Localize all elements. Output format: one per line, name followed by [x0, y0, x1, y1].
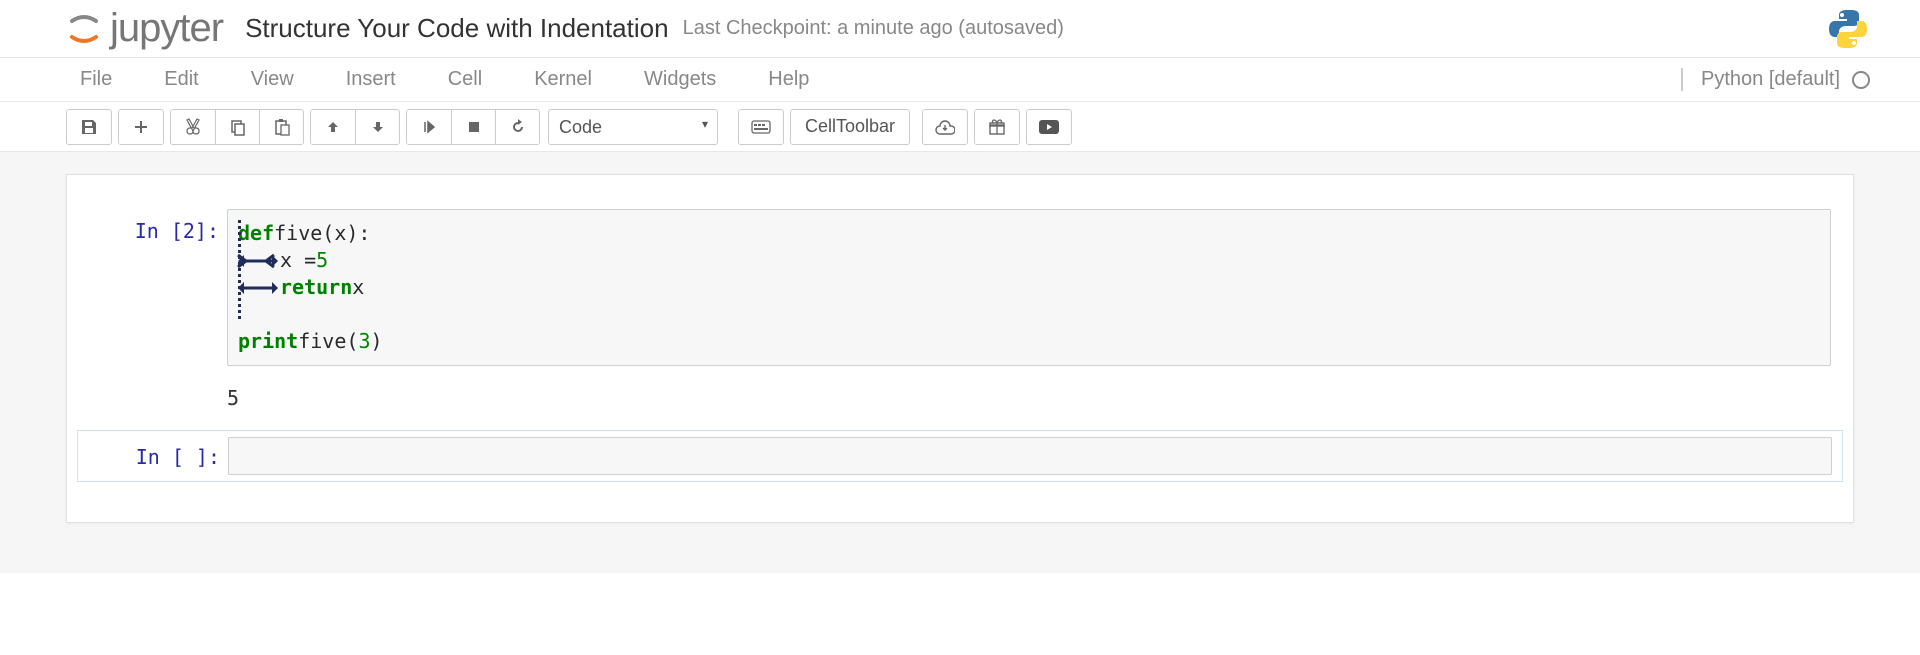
input-prompt: In [2]: [77, 209, 227, 366]
code-token: def [238, 220, 274, 247]
logo-text: jupyter [110, 6, 223, 51]
python-icon [1826, 7, 1870, 51]
tab-arrow-icon [236, 278, 280, 298]
menubar: File Edit View Insert Cell Kernel Widget… [0, 58, 1920, 102]
logo[interactable]: jupyter [66, 6, 223, 51]
kernel-name[interactable]: Python [default] [1681, 68, 1840, 91]
code-input-area[interactable] [228, 437, 1832, 475]
menu-kernel[interactable]: Kernel [520, 62, 606, 97]
gift-button[interactable] [975, 110, 1019, 144]
output-text: 5 [227, 386, 239, 410]
code-cell-selected[interactable]: In [ ]: [77, 430, 1843, 482]
save-button[interactable] [67, 110, 111, 144]
menu-widgets[interactable]: Widgets [630, 62, 730, 97]
stop-button[interactable] [451, 110, 495, 144]
code-token: ) [370, 328, 382, 355]
notebook-area: In [2]: def five(x): x = 5 [0, 152, 1920, 573]
notebook-title[interactable]: Structure Your Code with Indentation [245, 13, 669, 44]
tab-arrow-icon [236, 251, 280, 271]
celltype-select[interactable]: Code [548, 109, 718, 145]
checkpoint-text: Last Checkpoint: a minute ago (autosaved… [683, 17, 1064, 40]
output-area: 5 [227, 380, 1843, 410]
code-input-area[interactable]: def five(x): x = 5 return x [227, 209, 1831, 366]
menu-view[interactable]: View [237, 62, 308, 97]
code-token: print [238, 328, 298, 355]
header: jupyter Structure Your Code with Indenta… [0, 0, 1920, 58]
code-token: five( [298, 328, 358, 355]
code-token: 5 [316, 247, 328, 274]
cloud-download-button[interactable] [923, 110, 967, 144]
input-prompt: In [ ]: [78, 437, 228, 475]
move-up-button[interactable] [311, 110, 355, 144]
code-token: x = [280, 247, 316, 274]
code-token: 3 [358, 328, 370, 355]
jupyter-icon [66, 11, 102, 47]
run-button[interactable] [407, 110, 451, 144]
cut-button[interactable] [171, 110, 215, 144]
kernel-indicator: Python [default] [1681, 68, 1910, 91]
presentation-button[interactable] [1027, 110, 1071, 144]
menu-file[interactable]: File [66, 62, 126, 97]
command-palette-button[interactable] [739, 110, 783, 144]
menu-insert[interactable]: Insert [332, 62, 410, 97]
menu-cell[interactable]: Cell [434, 62, 496, 97]
copy-button[interactable] [215, 110, 259, 144]
menu-edit[interactable]: Edit [150, 62, 212, 97]
code-token: five(x): [274, 220, 370, 247]
paste-button[interactable] [259, 110, 303, 144]
toolbar: Code CellToolbar [0, 102, 1920, 152]
move-down-button[interactable] [355, 110, 399, 144]
restart-button[interactable] [495, 110, 539, 144]
add-cell-button[interactable] [119, 110, 163, 144]
code-token: x [352, 274, 364, 301]
notebook-container: In [2]: def five(x): x = 5 [66, 174, 1854, 523]
kernel-status-icon [1852, 71, 1870, 89]
menu-help[interactable]: Help [754, 62, 823, 97]
code-token: return [280, 274, 352, 301]
code-cell[interactable]: In [2]: def five(x): x = 5 [77, 205, 1843, 370]
celltoolbar-button[interactable]: CellToolbar [790, 109, 910, 145]
